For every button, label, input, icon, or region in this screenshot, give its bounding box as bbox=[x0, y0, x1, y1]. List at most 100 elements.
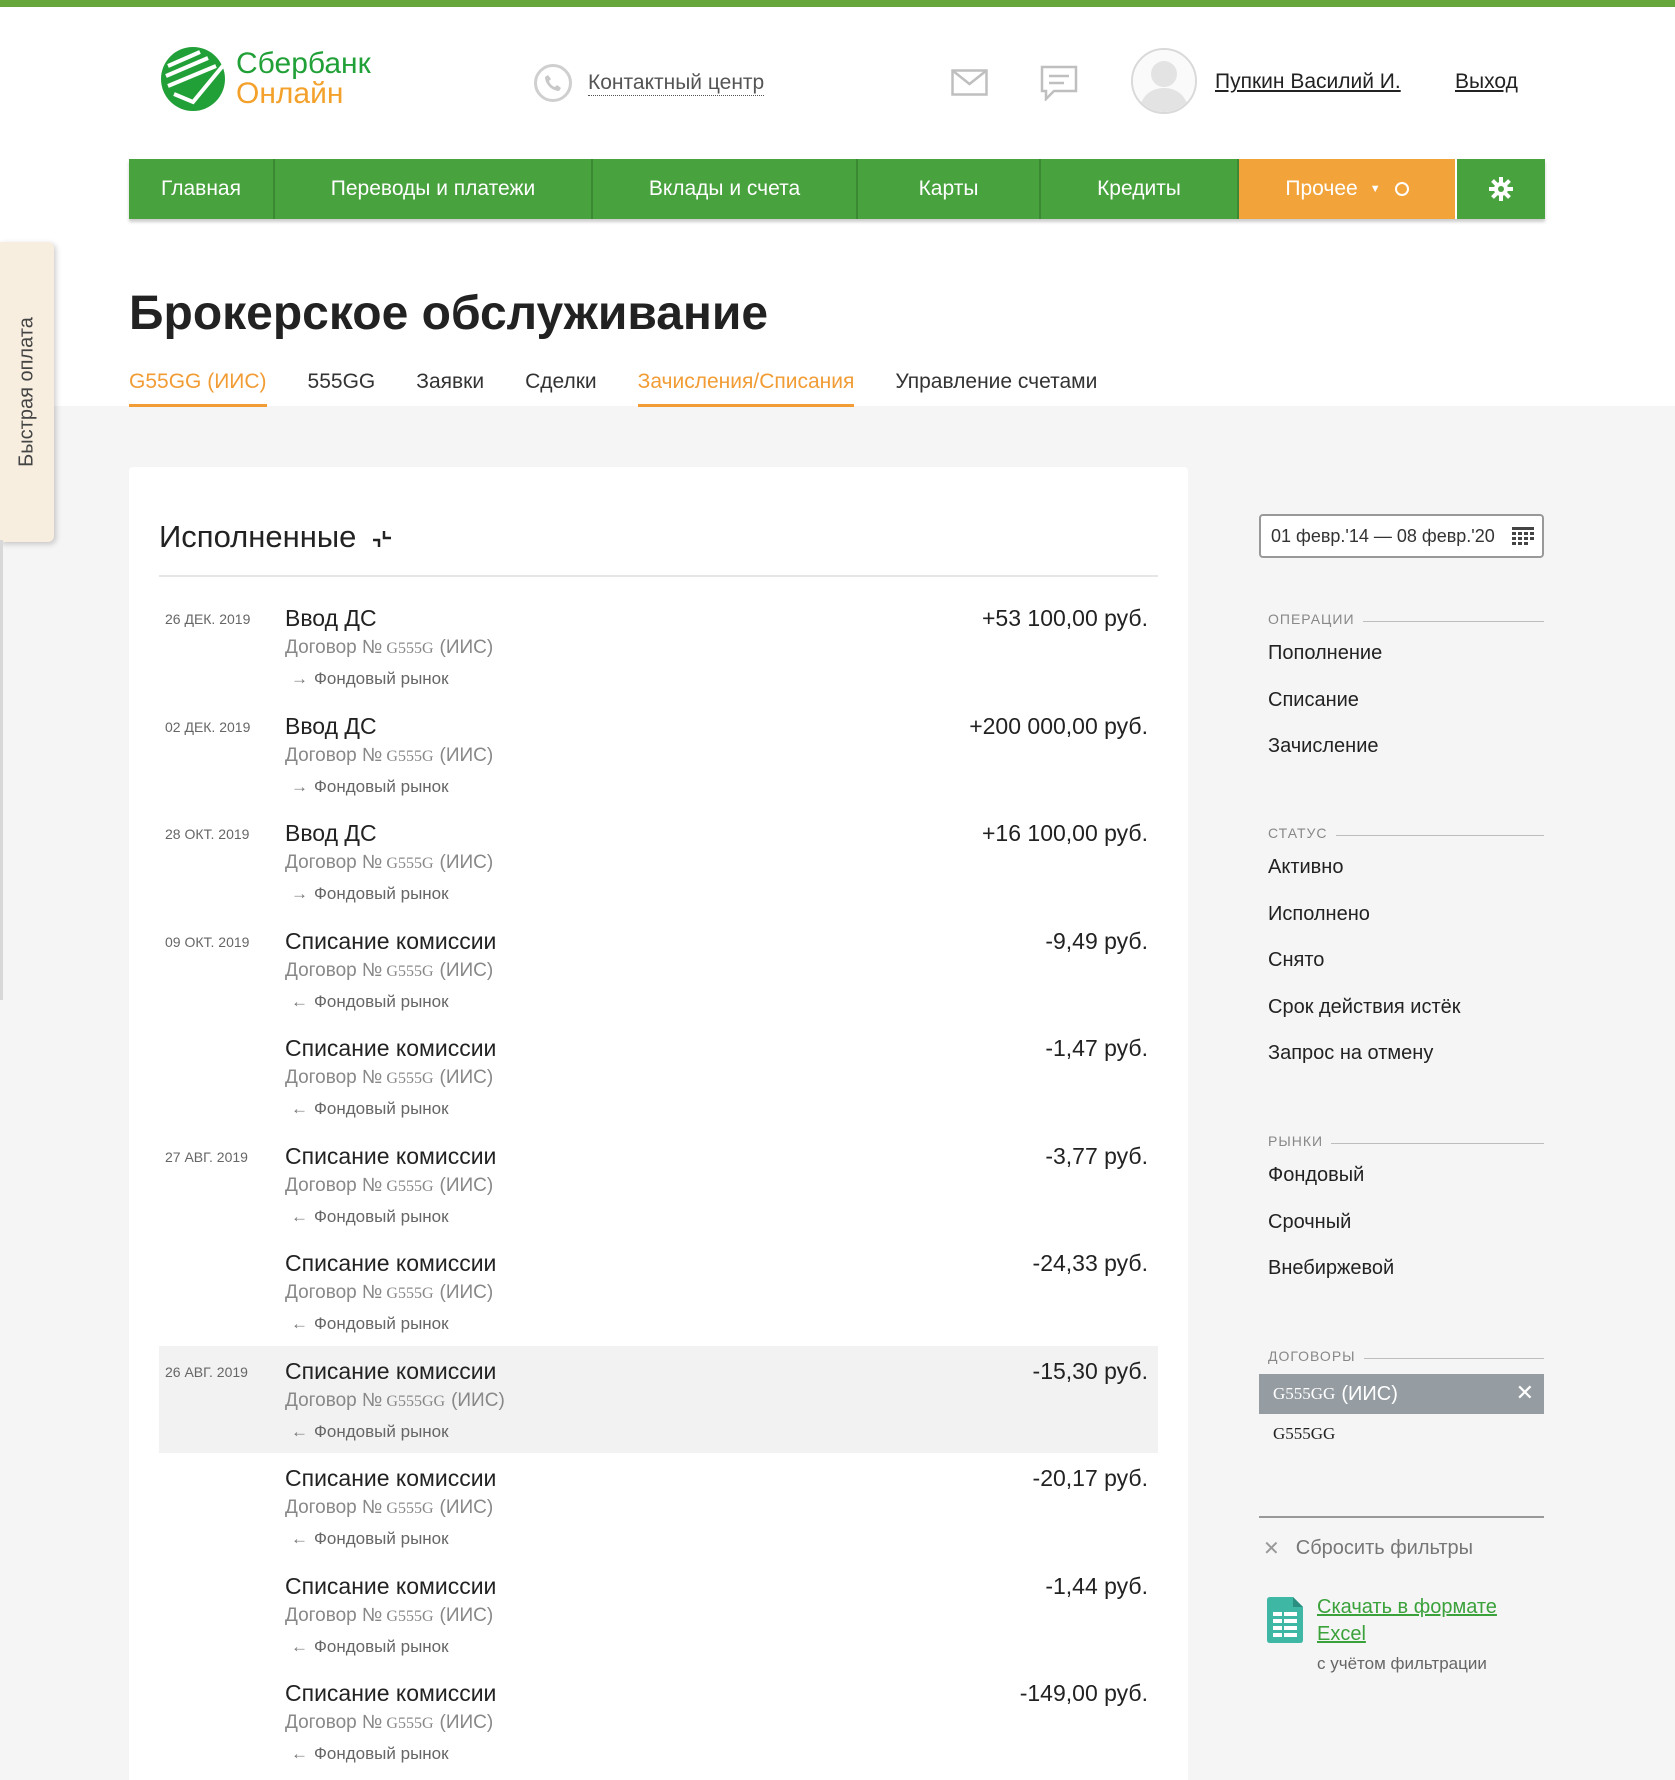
nav-transfers[interactable]: Переводы и платежи bbox=[275, 159, 593, 219]
contract-label: Договор № bbox=[285, 1174, 383, 1196]
direction-arrow-icon: ← bbox=[291, 1636, 308, 1656]
operation-row[interactable]: Списание комиссии Договор № G555G (ИИС) ← Фон… bbox=[159, 1238, 1158, 1346]
contract-label: Договор № bbox=[285, 1282, 383, 1303]
operation-date: 26 АВГ. 2019 bbox=[165, 1363, 248, 1380]
selected-contract-num: G555GG bbox=[1273, 1384, 1336, 1403]
operation-row[interactable]: Списание комиссии Договор № G555G (ИИС) ← Фон… bbox=[159, 1453, 1158, 1561]
page-tabs: G55GG (ИИС) 555GG Заявки Сделки Зачислен… bbox=[129, 370, 1138, 407]
filter-market-stock[interactable]: Фондовый bbox=[1268, 1153, 1544, 1200]
nav-credits[interactable]: Кредиты bbox=[1041, 159, 1239, 219]
filter-group-status: СТАТУС Активно Исполнено Снято Срок дейс… bbox=[1268, 825, 1544, 1078]
excel-file-icon[interactable] bbox=[1267, 1597, 1303, 1643]
operation-title: Списание комиссии bbox=[285, 1680, 497, 1706]
filter-market-otc[interactable]: Внебиржевой bbox=[1268, 1246, 1544, 1293]
tab-deals[interactable]: Сделки bbox=[525, 370, 597, 407]
market-name: Фондовый рынок bbox=[314, 991, 449, 1011]
download-excel-link[interactable]: Скачать в формате Excel bbox=[1317, 1594, 1497, 1648]
quick-pay-tab[interactable]: Быстрая оплата bbox=[0, 242, 54, 542]
operation-row[interactable]: Списание комиссии Договор № G555G (ИИС) ← Фон… bbox=[159, 1668, 1158, 1776]
market-name: Фондовый рынок bbox=[314, 776, 449, 796]
operation-contract: Договор № G555G (ИИС) bbox=[285, 1175, 493, 1197]
contract-type: (ИИС) bbox=[439, 1067, 494, 1088]
tab-credits-debits[interactable]: Зачисления/Списания bbox=[637, 370, 855, 407]
download-excel-line1: Скачать в формате bbox=[1317, 1596, 1497, 1618]
nav-cards-label: Карты bbox=[918, 177, 979, 200]
operation-amount: +200 000,00 руб. bbox=[969, 712, 1148, 739]
filter-status-executed[interactable]: Исполнено bbox=[1268, 892, 1544, 939]
contact-center-link[interactable]: Контактный центр bbox=[588, 71, 765, 96]
operation-row[interactable]: 26 АВГ. 2019 Списание комиссии Договор № G5… bbox=[159, 1345, 1158, 1453]
operation-row[interactable]: 09 ОКТ. 2019 Списание комиссии Договор № G5… bbox=[159, 916, 1158, 1024]
operation-amount: -9,49 руб. bbox=[1045, 927, 1148, 954]
nav-main[interactable]: Главная bbox=[129, 159, 275, 219]
contract-number: G555GG bbox=[386, 1392, 446, 1410]
tab-account-555gg[interactable]: 555GG bbox=[308, 370, 376, 407]
close-icon[interactable]: ✕ bbox=[1516, 1380, 1534, 1406]
operation-amount: -149,00 руб. bbox=[1019, 1680, 1148, 1706]
operation-title: Списание комиссии bbox=[285, 1465, 497, 1491]
operation-row[interactable]: 26 ДЕК. 2019 Ввод ДС Договор № G555G (ИИС) → Ф… bbox=[159, 593, 1158, 701]
avatar[interactable] bbox=[1131, 48, 1197, 114]
operation-contract: Договор № G555GG (ИИС) bbox=[285, 1390, 505, 1412]
contract-type: (ИИС) bbox=[439, 744, 494, 766]
market-name: Фондовый рынок bbox=[314, 1099, 449, 1118]
contract-type: (ИИС) bbox=[439, 852, 494, 873]
filter-operation-debit[interactable]: Списание bbox=[1268, 678, 1544, 725]
contract-option[interactable]: G555GG bbox=[1273, 1424, 1335, 1444]
operation-row[interactable]: 02 ДЕК. 2019 Ввод ДС Договор № G555G (ИИС) → Ф… bbox=[159, 701, 1158, 809]
sort-icon[interactable] bbox=[371, 529, 393, 549]
filter-status-active[interactable]: Активно bbox=[1268, 845, 1544, 892]
reset-filters-button[interactable]: ✕ Сбросить фильтры bbox=[1263, 1536, 1473, 1561]
operations-list: 26 ДЕК. 2019 Ввод ДС Договор № G555G (ИИС) → Ф… bbox=[159, 593, 1158, 1776]
tab-account-iis[interactable]: G55GG (ИИС) bbox=[129, 370, 267, 407]
tab-orders[interactable]: Заявки bbox=[416, 370, 484, 407]
operation-title: Списание комиссии bbox=[285, 1357, 497, 1384]
operation-market: ← Фондовый рынок bbox=[291, 1207, 449, 1227]
filters-divider bbox=[1259, 1516, 1544, 1518]
nav-deposits[interactable]: Вклады и счета bbox=[593, 159, 858, 219]
operation-market: ← Фондовый рынок bbox=[291, 1744, 449, 1764]
chat-icon[interactable] bbox=[1040, 65, 1078, 101]
filter-status-cancelled[interactable]: Снято bbox=[1268, 938, 1544, 985]
contract-label: Договор № bbox=[285, 1067, 383, 1088]
date-range-picker[interactable]: 01 февр.'14 — 08 февр.'20 bbox=[1259, 514, 1544, 558]
direction-arrow-icon: ← bbox=[291, 1099, 308, 1118]
filter-market-futures[interactable]: Срочный bbox=[1268, 1200, 1544, 1247]
contract-label: Договор № bbox=[285, 744, 383, 766]
contract-label: Договор № bbox=[285, 1497, 383, 1518]
contract-number: G555G bbox=[386, 747, 434, 765]
filter-group-header: СТАТУС bbox=[1268, 825, 1544, 845]
tab-account-management[interactable]: Управление счетами bbox=[895, 370, 1097, 407]
operation-market: ← Фондовый рынок bbox=[291, 1099, 449, 1119]
filter-operation-credit[interactable]: Зачисление bbox=[1268, 724, 1544, 771]
filter-status-cancel-request[interactable]: Запрос на отмену bbox=[1268, 1031, 1544, 1078]
contact-center[interactable]: Контактный центр bbox=[534, 64, 765, 102]
user-silhouette-icon bbox=[1133, 50, 1195, 112]
nav-other[interactable]: Прочее ▼ bbox=[1239, 159, 1455, 219]
operations-title[interactable]: Исполненные bbox=[159, 519, 393, 555]
operation-amount: -3,77 руб. bbox=[1045, 1142, 1148, 1169]
operation-row[interactable]: 28 ОКТ. 2019 Ввод ДС Договор № G555G (ИИС) → Ф… bbox=[159, 808, 1158, 916]
operation-title: Списание комиссии bbox=[285, 1572, 497, 1599]
market-name: Фондовый рынок bbox=[314, 1529, 449, 1548]
nav-settings[interactable] bbox=[1455, 159, 1545, 219]
operation-row[interactable]: 27 АВГ. 2019 Списание комиссии Договор № G5… bbox=[159, 1131, 1158, 1239]
contract-number: G555G bbox=[386, 1177, 434, 1195]
nav-cards[interactable]: Карты bbox=[858, 159, 1041, 219]
filter-status-expired[interactable]: Срок действия истёк bbox=[1268, 985, 1544, 1032]
filter-operation-topup[interactable]: Пополнение bbox=[1268, 631, 1544, 678]
mail-icon[interactable] bbox=[951, 69, 988, 96]
operation-title: Списание комиссии bbox=[285, 1035, 497, 1061]
logo[interactable]: Сбербанк Онлайн bbox=[160, 46, 371, 112]
user-name-link[interactable]: Пупкин Василий И. bbox=[1215, 70, 1401, 94]
filter-group-header: ДОГОВОРЫ bbox=[1268, 1348, 1544, 1368]
market-name: Фондовый рынок bbox=[314, 884, 449, 903]
market-name: Фондовый рынок bbox=[314, 1421, 449, 1441]
operation-row[interactable]: Списание комиссии Договор № G555G (ИИС) ← Фон… bbox=[159, 1561, 1158, 1669]
operation-row[interactable]: Списание комиссии Договор № G555G (ИИС) ← Фон… bbox=[159, 1023, 1158, 1131]
operation-market: ← Фондовый рынок bbox=[291, 1637, 449, 1657]
selected-contract-chip[interactable]: G555GG (ИИС) ✕ bbox=[1259, 1374, 1544, 1414]
logout-link[interactable]: Выход bbox=[1455, 70, 1518, 94]
chevron-down-icon: ▼ bbox=[1369, 183, 1381, 195]
operation-title: Ввод ДС bbox=[285, 605, 377, 631]
